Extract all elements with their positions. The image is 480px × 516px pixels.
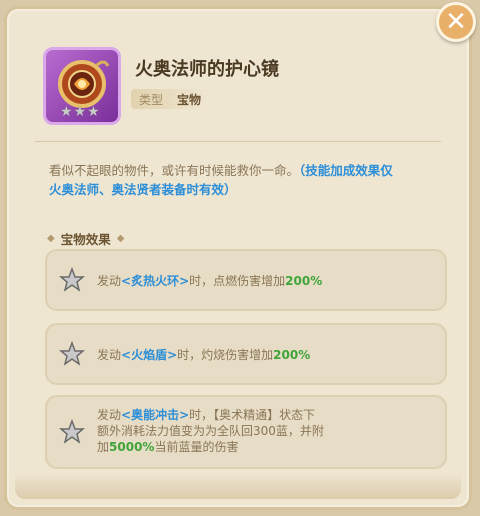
effect-line3-suffix: 当前蓝量的伤害 (154, 440, 239, 454)
item-icon: ★ ★ ★ (43, 47, 121, 125)
effect-line3-prefix: 加 (97, 440, 110, 454)
effects-section-title: 宝物效果 (60, 232, 111, 247)
description-highlight-1: （技能加成效果仅 (299, 163, 393, 178)
effect-prefix: 发动 (97, 274, 122, 288)
item-title: 火奥法师的护心镜 (135, 59, 279, 80)
description-text: 看似不起眼的物件，或许有时候能救你一命。 (49, 163, 300, 178)
item-detail-panel: ★ ★ ★ 火奥法师的护心镜 类型 宝物 看似不起眼的物件，或许有时候能救你一命… (4, 6, 472, 510)
star-icon: ★ (73, 104, 87, 120)
effect-prefix: 发动 (97, 408, 122, 422)
effect-line2: 额外消耗法力值变为为全队回300蓝，并附 (97, 424, 324, 438)
effect-mid: 时，灼烧伤害增加 (177, 348, 274, 362)
description-highlight-2: 火奥法师、奥法贤者装备时有效） (49, 182, 237, 197)
effect-percent: 200% (285, 274, 323, 288)
star-icon: ★ (60, 104, 73, 120)
effect-mid: 时，点燃伤害增加 (189, 274, 286, 288)
skill-name: <炙热火环> (121, 274, 190, 288)
effect-card: 发动<炙热火环>时，点燃伤害增加200% (45, 249, 447, 311)
divider (35, 141, 441, 142)
effect-percent: 5000% (109, 440, 155, 454)
item-stars: ★ ★ ★ (60, 104, 100, 120)
effect-text: 发动<炙热火环>时，点燃伤害增加200% (97, 273, 322, 289)
effect-card: 发动<火焰盾>时，灼烧伤害增加200% (45, 323, 447, 385)
effects-section-header: ◆ 宝物效果 ◆ (47, 229, 124, 248)
star-icon: ★ (87, 104, 100, 120)
effect-prefix: 发动 (97, 348, 122, 362)
effect-text: 发动<奥能冲击>时，【奥术精通】状态下 额外消耗法力值变为为全队回300蓝，并附… (97, 407, 324, 455)
star-icon (59, 341, 85, 366)
type-label: 类型 (139, 92, 164, 107)
item-type-row: 类型 宝物 (131, 89, 210, 109)
skill-name: <奥能冲击> (121, 408, 190, 422)
effect-percent: 200% (273, 348, 311, 362)
item-description: 看似不起眼的物件，或许有时候能救你一命。（技能加成效果仅 火奥法师、奥法贤者装备… (49, 161, 449, 199)
close-button[interactable]: ✕ (436, 2, 476, 42)
effect-card: 发动<奥能冲击>时，【奥术精通】状态下 额外消耗法力值变为为全队回300蓝，并附… (45, 395, 447, 469)
effect-mid: 时，【奥术精通】状态下 (189, 408, 316, 422)
diamond-icon: ◆ (47, 233, 55, 244)
diamond-icon: ◆ (116, 233, 125, 244)
type-value: 宝物 (177, 92, 202, 107)
star-icon (59, 419, 85, 444)
star-icon (59, 267, 85, 292)
decorative-ground (15, 473, 461, 499)
effect-text: 发动<火焰盾>时，灼烧伤害增加200% (97, 347, 310, 363)
skill-name: <火焰盾> (121, 348, 178, 362)
